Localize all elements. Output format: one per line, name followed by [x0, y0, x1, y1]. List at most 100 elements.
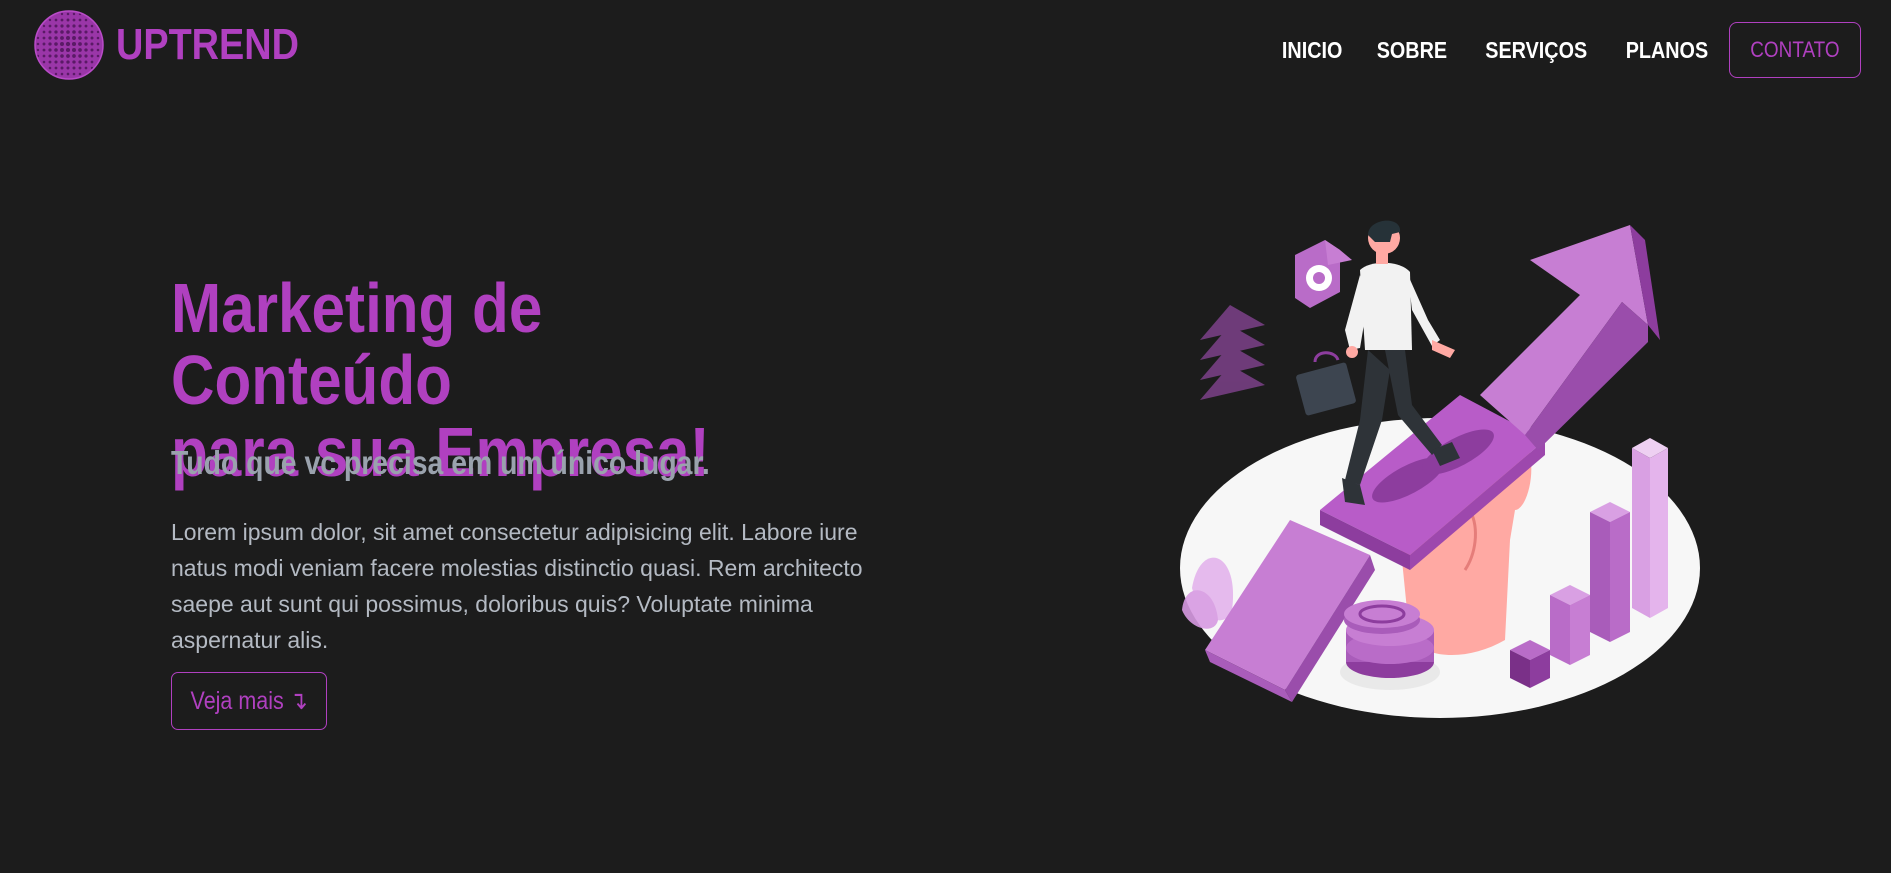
globe-dot — [96, 30, 100, 34]
nav-item-planos[interactable]: PLANOS — [1626, 37, 1708, 64]
arrow-down-right-icon: ↴ — [289, 687, 308, 715]
globe-dot — [66, 36, 70, 40]
globe-dot — [90, 48, 94, 52]
globe-dot — [54, 54, 58, 58]
hero-paragraph-line-4: aspernatur alis. — [171, 627, 329, 653]
gear-icon — [1295, 240, 1352, 308]
hero-subtitle: Tudo que vc precisa em um único lugar. — [171, 444, 710, 481]
globe-dot — [84, 42, 88, 46]
globe-dot — [90, 30, 94, 34]
hero-paragraph: Lorem ipsum dolor, sit amet consectetur … — [171, 514, 931, 658]
globe-dot — [78, 48, 82, 52]
globe-dot — [60, 42, 64, 46]
globe-dot — [84, 36, 88, 40]
globe-dot — [84, 60, 88, 64]
globe-dot — [48, 30, 52, 34]
globe-dot — [72, 36, 76, 40]
globe-dot — [72, 48, 76, 52]
globe-dot — [78, 72, 82, 76]
globe-dot — [42, 24, 46, 28]
hero-paragraph-line-2: natus modi veniam facere molestias disti… — [171, 555, 863, 581]
globe-dot — [65, 47, 71, 53]
globe-dot — [54, 42, 58, 46]
globe-dot — [66, 12, 70, 16]
globe-dot — [72, 30, 76, 34]
globe-dot — [54, 60, 58, 64]
globe-dot — [71, 41, 77, 47]
globe-dot — [72, 24, 76, 28]
globe-dot — [48, 42, 52, 46]
globe-dot — [90, 60, 94, 64]
globe-dot — [66, 66, 70, 70]
brand-logo-link[interactable]: UPTREND — [34, 10, 329, 80]
globe-dot — [54, 18, 58, 22]
globe-dot — [72, 66, 76, 70]
globe-dot — [42, 30, 46, 34]
globe-dot — [48, 18, 52, 22]
globe-dot — [96, 48, 100, 52]
globe-dot — [78, 24, 82, 28]
globe-dot — [66, 72, 70, 76]
globe-dot — [42, 42, 46, 46]
globe-dot — [72, 72, 76, 76]
globe-dot — [78, 36, 82, 40]
globe-dot — [72, 54, 76, 58]
globe-dot — [48, 48, 52, 52]
globe-dot — [48, 54, 52, 58]
globe-dot — [60, 72, 64, 76]
globe-dot — [78, 60, 82, 64]
globe-dot — [84, 54, 88, 58]
see-more-label: Veja mais — [190, 687, 284, 715]
globe-dot — [66, 54, 70, 58]
contact-button[interactable]: CONTATO — [1729, 22, 1861, 78]
site-header: UPTREND INICIO SOBRE SERVIÇOS PLANOS CON… — [0, 0, 1891, 100]
globe-dot — [78, 42, 82, 46]
globe-dot — [60, 36, 64, 40]
cube-icon — [1510, 640, 1550, 688]
globe-dot — [90, 42, 94, 46]
nav-item-inicio[interactable]: INICIO — [1282, 37, 1342, 64]
globe-dot — [60, 12, 64, 16]
hero-paragraph-line-3: saepe aut sunt qui possimus, doloribus q… — [171, 591, 813, 617]
globe-dot — [90, 36, 94, 40]
globe-dot — [84, 24, 88, 28]
globe-dot — [66, 18, 70, 22]
globe-dot — [90, 24, 94, 28]
globe-dot — [42, 60, 46, 64]
globe-dot — [36, 36, 40, 40]
globe-dot — [84, 66, 88, 70]
globe-dot — [60, 60, 64, 64]
arrow-up-icon — [1480, 225, 1660, 450]
globe-dot — [42, 36, 46, 40]
globe-dot — [48, 60, 52, 64]
main-nav: INICIO SOBRE SERVIÇOS PLANOS CONTATO — [1253, 22, 1861, 78]
globe-dot — [78, 30, 82, 34]
landing-page: UPTREND INICIO SOBRE SERVIÇOS PLANOS CON… — [0, 0, 1891, 873]
globe-dot — [72, 18, 76, 22]
globe-dot — [60, 48, 64, 52]
globe-dot — [72, 60, 76, 64]
contact-button-label: CONTATO — [1750, 37, 1840, 62]
globe-dot — [66, 24, 70, 28]
globe-dot — [96, 36, 100, 40]
globe-dot — [84, 48, 88, 52]
globe-dot — [84, 30, 88, 34]
globe-dot — [36, 42, 40, 46]
globe-dot — [48, 24, 52, 28]
globe-dot — [66, 60, 70, 64]
globe-dot — [54, 72, 58, 76]
globe-dot — [78, 54, 82, 58]
globe-dot — [60, 18, 64, 22]
globe-dot — [90, 54, 94, 58]
globe-dot — [65, 41, 71, 47]
see-more-button[interactable]: Veja mais ↴ — [171, 672, 327, 730]
triangle-stack-icon — [1200, 305, 1265, 400]
globe-dot — [54, 48, 58, 52]
nav-item-sobre[interactable]: SOBRE — [1377, 37, 1447, 64]
globe-dot — [54, 36, 58, 40]
nav-item-servicos[interactable]: SERVIÇOS — [1485, 37, 1587, 64]
globe-dot — [60, 30, 64, 34]
hero-title-line-1: Marketing de Conteúdo — [171, 269, 543, 419]
globe-dot — [60, 24, 64, 28]
globe-dot — [78, 18, 82, 22]
